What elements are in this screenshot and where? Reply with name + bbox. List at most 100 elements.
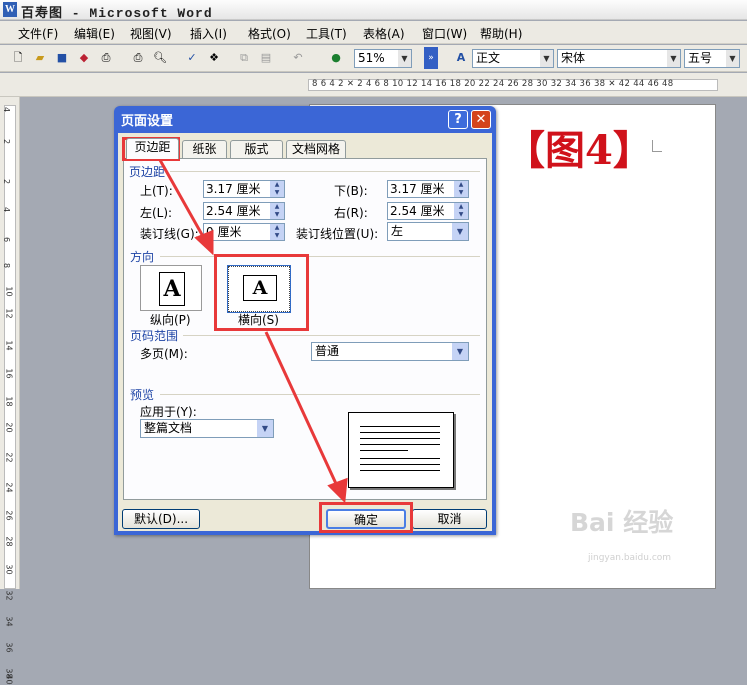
portrait-option[interactable]: A — [140, 265, 202, 311]
window-title: 百寿图 - Microsoft Word — [21, 6, 213, 21]
preview-line — [360, 470, 440, 471]
margin-corner-mark — [652, 140, 662, 152]
bottom-margin-value: 3.17 厘米 — [390, 182, 445, 196]
print-preview-icon[interactable]: ⎙ — [130, 50, 146, 66]
save-icon[interactable]: ■ — [54, 50, 70, 66]
menu-table[interactable]: 表格(A) — [363, 25, 405, 42]
right-margin-input[interactable]: 2.54 厘米 ▲ ▼ — [387, 202, 469, 220]
word-app-icon: W — [3, 2, 17, 17]
apply-to-select[interactable]: 整篇文档 ▼ — [140, 419, 274, 438]
preview-magnifier-icon[interactable]: 🔍︎ — [152, 50, 168, 66]
preview-line — [360, 438, 440, 439]
gutter-position-select[interactable]: 左 ▼ — [387, 222, 469, 241]
ruler-number: 6 — [2, 236, 12, 243]
ruler-number: 30 — [4, 564, 14, 575]
left-margin-label: 左(L): — [140, 206, 173, 220]
spinner-arrows-icon[interactable]: ▲ ▼ — [270, 203, 284, 219]
paste-icon[interactable]: ▤ — [258, 50, 274, 66]
undo-icon[interactable]: ↶ — [290, 50, 306, 66]
top-margin-input[interactable]: 3.17 厘米 ▲ ▼ — [203, 180, 285, 198]
permission-icon[interactable]: ◆ — [76, 50, 92, 66]
preview-line — [360, 432, 440, 433]
section-divider — [160, 394, 480, 395]
preview-line — [360, 464, 440, 465]
spinner-arrows-icon[interactable]: ▲ ▼ — [454, 181, 468, 197]
ruler-number: 22 — [4, 452, 14, 463]
menu-window[interactable]: 窗口(W) — [422, 25, 467, 42]
ok-button[interactable]: 确定 — [326, 509, 406, 529]
spinner-arrows-icon[interactable]: ▲ ▼ — [270, 181, 284, 197]
font-size-select[interactable]: 五号 ▼ — [684, 49, 740, 68]
watermark-url: jingyan.baidu.com — [588, 553, 672, 563]
ruler-number: 18 — [4, 396, 14, 407]
ruler-number: 8 — [2, 262, 12, 269]
tab-margins[interactable]: 页边距 — [126, 138, 179, 159]
title-bar: W 百寿图 - Microsoft Word — [0, 0, 747, 21]
ruler-number: 20 — [4, 422, 14, 433]
chevron-down-icon: ▼ — [667, 50, 680, 67]
tab-layout[interactable]: 版式 — [230, 140, 283, 159]
gutter-label: 装订线(G): — [140, 227, 199, 241]
menu-format[interactable]: 格式(O) — [248, 25, 291, 42]
gutter-position-label: 装订线位置(U): — [296, 227, 379, 241]
portrait-label: 纵向(P) — [150, 313, 191, 327]
zoom-select[interactable]: 51% ▼ — [354, 49, 412, 68]
spinner-arrows-icon[interactable]: ▲ ▼ — [270, 224, 284, 240]
toolbar-options-icon[interactable]: » — [424, 47, 438, 69]
right-margin-label: 右(R): — [334, 206, 368, 220]
figure-label: 【图4】 — [505, 127, 653, 174]
help-button[interactable]: ? — [448, 110, 468, 129]
ruler-number: 32 — [4, 590, 14, 601]
chevron-down-icon: ▼ — [452, 223, 468, 240]
multiple-pages-select[interactable]: 普通 ▼ — [311, 342, 469, 361]
hyperlink-globe-icon[interactable]: ● — [328, 50, 344, 66]
portrait-page-icon: A — [159, 272, 185, 306]
ruler-number: 26 — [4, 510, 14, 521]
vertical-ruler[interactable]: 4 2 2 4 6 8 10 12 14 16 18 20 22 24 26 28 30 32 34 36 38 40 — [0, 97, 20, 685]
ruler-number: 28 — [4, 536, 14, 547]
ruler-number: 4 — [2, 206, 12, 213]
bottom-margin-label: 下(B): — [334, 184, 368, 198]
pages-section-title: 页码范围 — [130, 329, 179, 343]
menu-tools[interactable]: 工具(T) — [306, 25, 347, 42]
ruler-number: 2 — [2, 138, 12, 145]
copy-icon[interactable]: ⧉ — [236, 50, 252, 66]
gutter-input[interactable]: 0 厘米 ▲ ▼ — [203, 223, 285, 241]
style-value: 正文 — [476, 51, 501, 65]
menu-file[interactable]: 文件(F) — [18, 25, 58, 42]
close-icon: ✕ — [475, 112, 487, 127]
horizontal-ruler[interactable]: 8 6 4 2 ✕ 2 4 6 8 10 12 14 16 18 20 22 2… — [0, 73, 747, 97]
default-button[interactable]: 默认(D)... — [122, 509, 200, 529]
close-button[interactable]: ✕ — [471, 110, 491, 129]
menu-edit[interactable]: 编辑(E) — [74, 25, 115, 42]
page-preview — [348, 412, 454, 488]
menu-help[interactable]: 帮助(H) — [480, 25, 522, 42]
font-select[interactable]: 宋体 ▼ — [557, 49, 681, 68]
styles-icon[interactable]: A — [453, 50, 469, 66]
spelling-icon[interactable]: ✓ — [184, 50, 200, 66]
spinner-arrows-icon[interactable]: ▲ ▼ — [454, 203, 468, 219]
tab-document-grid[interactable]: 文档网格 — [286, 140, 346, 159]
section-divider — [160, 256, 480, 257]
apply-to-value: 整篇文档 — [144, 421, 193, 435]
landscape-option[interactable]: A — [227, 265, 291, 313]
cancel-button[interactable]: 取消 — [412, 509, 487, 529]
chevron-down-icon: ▼ — [257, 420, 273, 437]
research-icon[interactable]: ❖ — [206, 50, 222, 66]
style-select[interactable]: 正文 ▼ — [472, 49, 554, 68]
left-margin-input[interactable]: 2.54 厘米 ▲ ▼ — [203, 202, 285, 220]
right-margin-value: 2.54 厘米 — [390, 204, 445, 218]
bottom-margin-input[interactable]: 3.17 厘米 ▲ ▼ — [387, 180, 469, 198]
tab-paper[interactable]: 纸张 — [182, 140, 227, 159]
print-icon[interactable]: ⎙ — [98, 50, 114, 66]
ruler-number: 16 — [4, 368, 14, 379]
menu-view[interactable]: 视图(V) — [130, 25, 172, 42]
apply-to-label: 应用于(Y): — [140, 405, 197, 419]
top-margin-label: 上(T): — [140, 184, 173, 198]
new-document-icon[interactable]: 🗋 — [10, 50, 26, 66]
menu-insert[interactable]: 插入(I) — [190, 25, 227, 42]
section-divider — [170, 171, 480, 172]
font-size-value: 五号 — [688, 51, 713, 65]
ruler-number: 36 — [4, 642, 14, 653]
open-folder-icon[interactable]: ▰ — [32, 50, 48, 66]
